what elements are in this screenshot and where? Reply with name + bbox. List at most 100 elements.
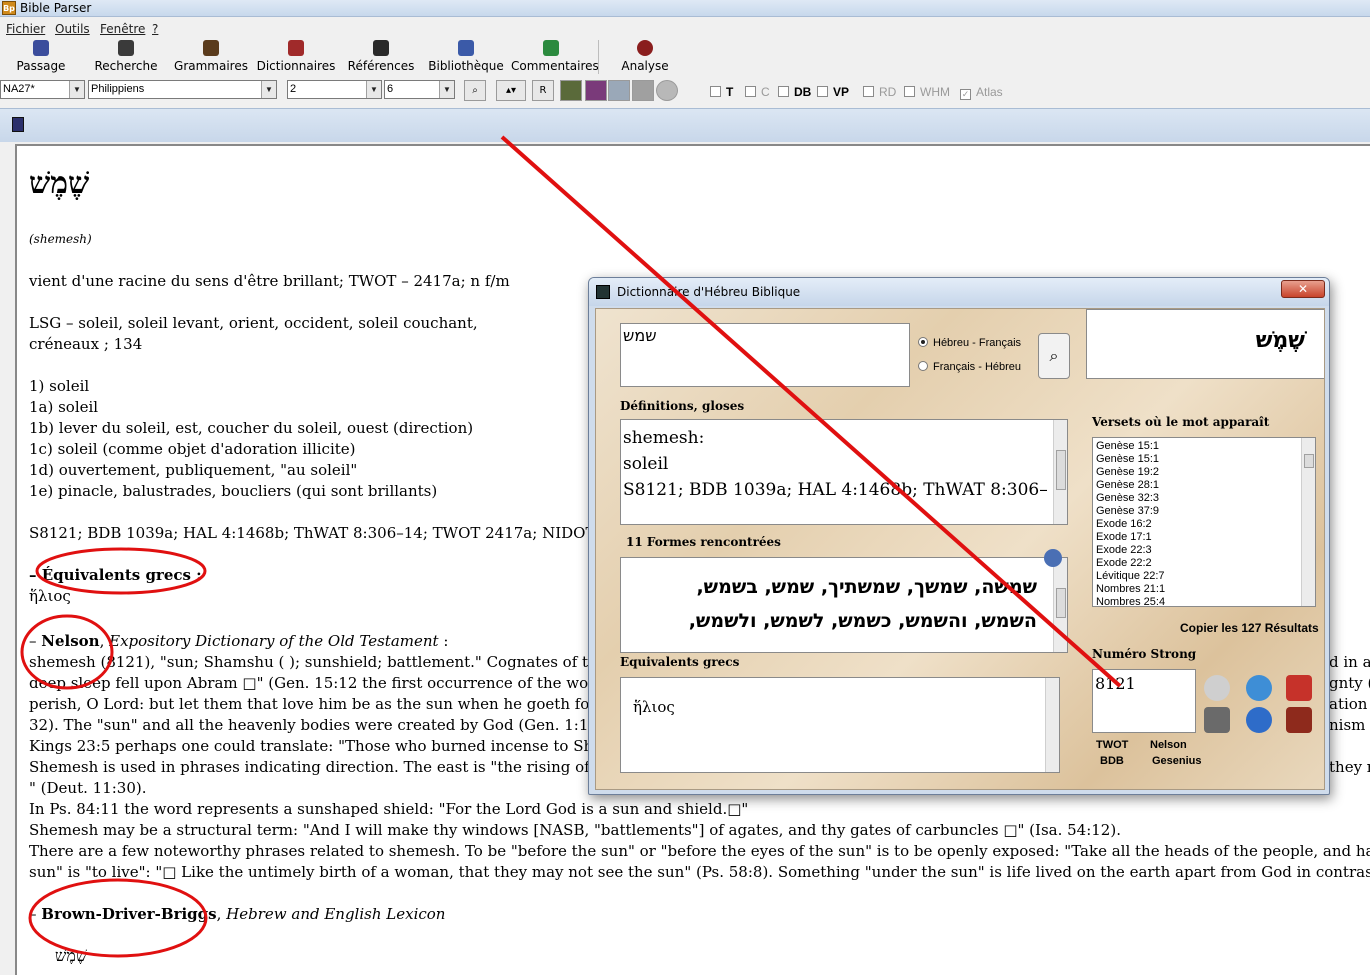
chapter-select[interactable]: 2 ▼ bbox=[287, 80, 382, 99]
option-atlas[interactable]: ✓ Atlas bbox=[960, 85, 1003, 100]
chevron-down-icon: ▼ bbox=[366, 81, 381, 98]
speaker-icon[interactable] bbox=[1204, 675, 1230, 701]
main-toolbar: Passage Recherche Grammaires Dictionnair… bbox=[0, 38, 1370, 78]
search-button[interactable]: ⌕ bbox=[1038, 333, 1070, 379]
twot-link[interactable]: TWOT bbox=[1096, 739, 1128, 751]
verse-list-item[interactable]: Genèse 32:3 bbox=[1093, 492, 1301, 505]
menu-help[interactable]: ? bbox=[152, 22, 158, 36]
option-vp[interactable]: VP bbox=[817, 85, 849, 99]
references-button[interactable]: Références bbox=[341, 40, 421, 76]
analyse-button[interactable]: Analyse bbox=[605, 40, 685, 76]
version-select[interactable]: NA27* ▼ bbox=[0, 80, 85, 99]
dictionnaires-button[interactable]: Dictionnaires bbox=[256, 40, 336, 76]
search-passage-button[interactable]: ⌕ bbox=[464, 80, 486, 101]
dialog-title-bar: Dictionnaire d'Hébreu Biblique ✕ bbox=[589, 278, 1329, 306]
books-button[interactable] bbox=[585, 80, 607, 101]
bibliotheque-button[interactable]: Bibliothèque bbox=[426, 40, 506, 76]
option-c[interactable]: C bbox=[745, 85, 770, 99]
document-icon[interactable] bbox=[12, 117, 24, 132]
sense-line: 1c) soleil (comme objet d'adoration illi… bbox=[29, 440, 356, 458]
verse-list-item[interactable]: Exode 16:2 bbox=[1093, 518, 1301, 531]
commentaires-button[interactable]: Commentaires bbox=[511, 40, 599, 76]
search-globe-icon[interactable] bbox=[1246, 707, 1272, 733]
verse-list-item[interactable]: Genèse 15:1 bbox=[1093, 440, 1301, 453]
app-icon: Bp bbox=[2, 1, 16, 15]
forms-box[interactable]: שמשה, שמשך, שמשתיך, שמש, בשמש, השמש, והש… bbox=[620, 557, 1068, 653]
menu-fenetre[interactable]: Fenêtre bbox=[100, 22, 145, 36]
strong-input[interactable]: 8121 bbox=[1092, 669, 1196, 733]
passage-button[interactable]: Passage bbox=[1, 40, 81, 76]
greek-box[interactable]: ἥλιος bbox=[620, 677, 1060, 773]
nelson-heading: – Nelson, Expository Dictionary of the O… bbox=[29, 632, 449, 650]
updown-stepper[interactable]: ▴▾ bbox=[496, 80, 526, 101]
option-db[interactable]: DB bbox=[778, 85, 811, 99]
search-icon bbox=[118, 40, 134, 56]
interlinear-button[interactable] bbox=[560, 80, 582, 101]
menu-outils[interactable]: Outils bbox=[55, 22, 90, 36]
book-select[interactable]: Philippiens ▼ bbox=[88, 80, 277, 99]
keyboard-icon[interactable] bbox=[1204, 707, 1230, 733]
verse-list-item[interactable]: Nombres 25:4 bbox=[1093, 596, 1301, 606]
chart-icon[interactable] bbox=[1286, 675, 1312, 701]
verse-list-item[interactable]: Lévitique 22:7 bbox=[1093, 570, 1301, 583]
nelson-line: There are a few noteworthy phrases relat… bbox=[29, 842, 1370, 860]
passage-selector-row: NA27* ▼ Philippiens ▼ 2 ▼ 6 ▼ ⌕ ▴▾ R T C DB … bbox=[0, 80, 1370, 104]
tools-button[interactable] bbox=[632, 80, 654, 101]
nelson-line: 32). The "sun" and all the heavenly bodi… bbox=[29, 716, 679, 734]
radio-hebrew-french[interactable]: Hébreu - Français bbox=[918, 337, 1021, 349]
search-input[interactable]: שמש bbox=[620, 323, 910, 387]
mdi-tab-bar bbox=[0, 108, 1370, 142]
recherche-button[interactable]: Recherche bbox=[86, 40, 166, 76]
title-bar: Bp Bible Parser bbox=[0, 0, 1370, 17]
scrollbar[interactable] bbox=[1053, 558, 1067, 652]
verses-list[interactable]: Genèse 15:1 Genèse 15:1 Genèse 19:2 Genèse … bbox=[1092, 437, 1316, 607]
text-fragment: nism bbox=[1329, 716, 1366, 734]
close-button[interactable]: ✕ bbox=[1281, 280, 1325, 298]
text-fragment: they n bbox=[1329, 758, 1370, 776]
forms-label: 11 Formes rencontrées bbox=[626, 535, 781, 549]
grammar-icon bbox=[203, 40, 219, 56]
nelson-link[interactable]: Nelson bbox=[1150, 739, 1187, 751]
option-whm[interactable]: WHM bbox=[904, 85, 950, 99]
verse-select[interactable]: 6 ▼ bbox=[384, 80, 455, 99]
gesenius-link[interactable]: Gesenius bbox=[1152, 755, 1202, 767]
scrollbar[interactable] bbox=[1045, 678, 1059, 772]
radio-selected-icon bbox=[918, 337, 928, 347]
forms-info-icon[interactable] bbox=[1044, 549, 1062, 567]
audio-button[interactable] bbox=[656, 80, 678, 101]
grammaires-button[interactable]: Grammaires bbox=[171, 40, 251, 76]
definitions-box[interactable]: shemesh: soleil S8121; BDB 1039a; HAL 4:… bbox=[620, 419, 1068, 525]
menu-fichier[interactable]: Fichier bbox=[6, 22, 45, 36]
checkbox-icon bbox=[710, 86, 721, 97]
text-fragment: ation c bbox=[1329, 695, 1370, 713]
scrollbar[interactable] bbox=[1301, 438, 1315, 606]
option-t[interactable]: T bbox=[710, 85, 733, 99]
verse-list-item[interactable]: Genèse 19:2 bbox=[1093, 466, 1301, 479]
option-rd[interactable]: RD bbox=[863, 85, 896, 99]
bible-parser-window: Bp Bible Parser Fichier Outils Fenêtre ?… bbox=[0, 0, 1370, 975]
verse-list-item[interactable]: Genèse 28:1 bbox=[1093, 479, 1301, 492]
sense-line: 1) soleil bbox=[29, 377, 90, 395]
wiki-icon[interactable] bbox=[1286, 707, 1312, 733]
verse-list-item[interactable]: Nombres 21:1 bbox=[1093, 583, 1301, 596]
verse-list-item[interactable]: Genèse 15:1 bbox=[1093, 453, 1301, 466]
verses-label: Versets où le mot apparaît bbox=[1092, 415, 1270, 429]
text-fragment: d in al bbox=[1329, 653, 1370, 671]
root-line: vient d'une racine du sens d'être brilla… bbox=[29, 272, 510, 290]
verse-list-item[interactable]: Exode 22:3 bbox=[1093, 544, 1301, 557]
tree-button[interactable] bbox=[608, 80, 630, 101]
hebrew-headword: שֶׁמֶשׁ bbox=[29, 166, 90, 201]
copy-results-button[interactable]: Copier les 127 Résultats bbox=[1180, 621, 1319, 635]
text-fragment: gnty ( bbox=[1329, 674, 1370, 692]
chevron-down-icon: ▼ bbox=[439, 81, 454, 98]
scrollbar[interactable] bbox=[1053, 420, 1067, 524]
radio-french-hebrew[interactable]: Français - Hébreu bbox=[918, 361, 1021, 373]
verse-list-item[interactable]: Exode 22:2 bbox=[1093, 557, 1301, 570]
checkbox-icon bbox=[863, 86, 874, 97]
globe-icon[interactable] bbox=[1246, 675, 1272, 701]
sense-line: 1b) lever du soleil, est, coucher du sol… bbox=[29, 419, 474, 437]
bdb-link[interactable]: BDB bbox=[1100, 755, 1124, 767]
r-button[interactable]: R bbox=[532, 80, 554, 101]
verse-list-item[interactable]: Exode 17:1 bbox=[1093, 531, 1301, 544]
verse-list-item[interactable]: Genèse 37:9 bbox=[1093, 505, 1301, 518]
